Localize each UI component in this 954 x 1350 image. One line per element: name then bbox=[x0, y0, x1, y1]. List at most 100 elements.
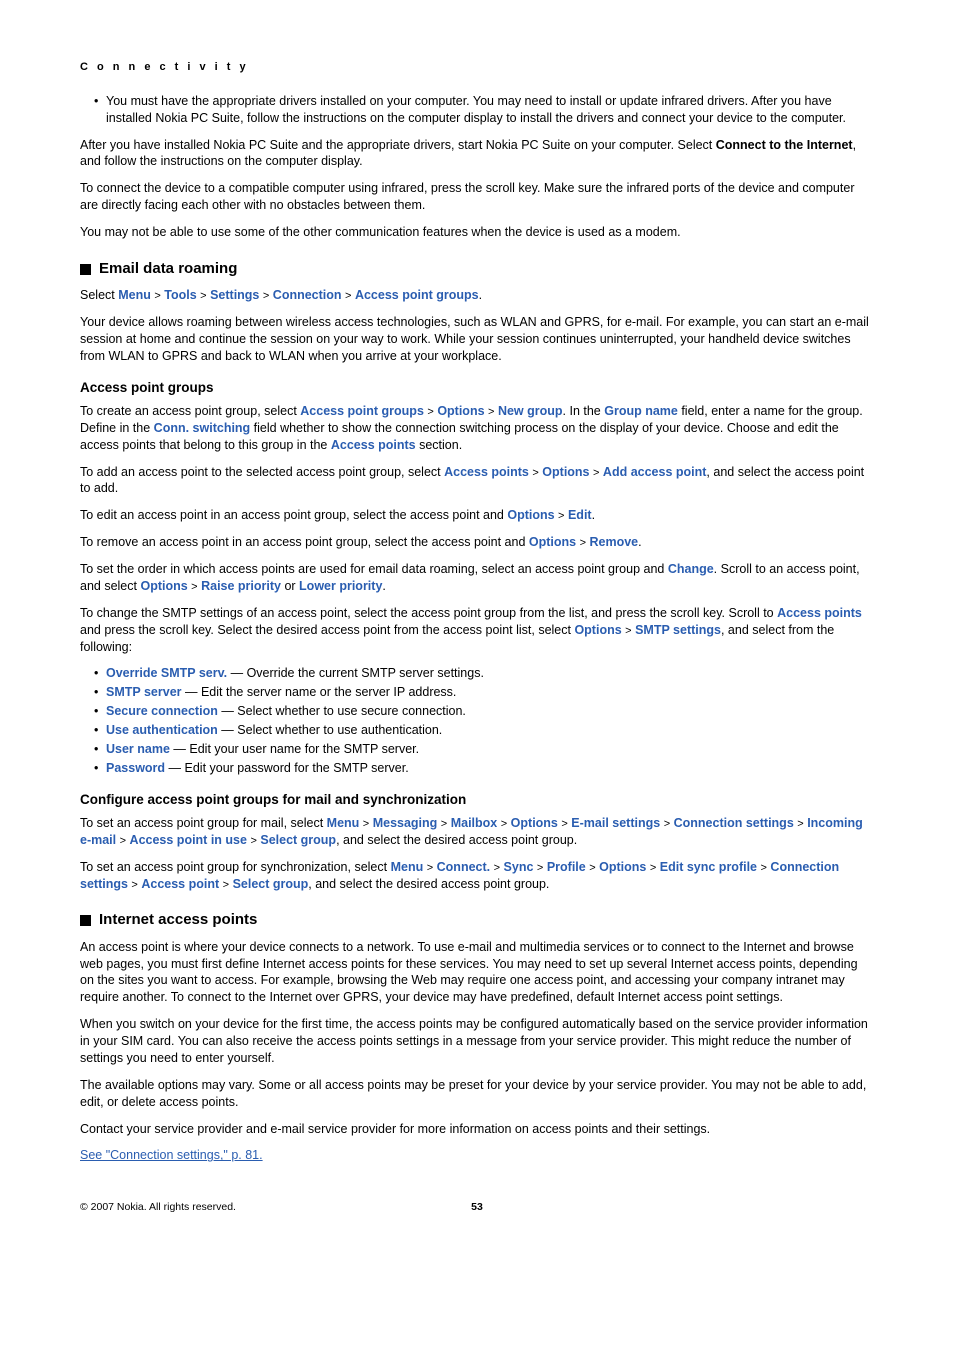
see-link[interactable]: See "Connection settings," p. 81. bbox=[80, 1147, 874, 1164]
text: To set an access point group for mail, s… bbox=[80, 816, 327, 830]
intro-list: You must have the appropriate drivers in… bbox=[80, 93, 874, 127]
text: and press the scroll key. Select the des… bbox=[80, 623, 574, 637]
menu-item: Connect. bbox=[437, 860, 490, 874]
menu-item: Raise priority bbox=[201, 579, 281, 593]
chevron-icon: > bbox=[427, 406, 433, 418]
chevron-icon: > bbox=[558, 510, 564, 522]
text: , and select the desired access point gr… bbox=[336, 833, 577, 847]
chevron-icon: > bbox=[589, 862, 595, 874]
list-item: Secure connection — Select whether to us… bbox=[94, 703, 874, 720]
menu-item: Connection bbox=[273, 288, 342, 302]
smtp-options-list: Override SMTP serv. — Override the curre… bbox=[80, 665, 874, 776]
option-label: Use authentication bbox=[106, 723, 218, 737]
menu-item: Edit bbox=[568, 508, 592, 522]
chevron-icon: > bbox=[625, 625, 631, 637]
nav-path: Select Menu > Tools > Settings > Connect… bbox=[80, 287, 874, 304]
text: To set the order in which access points … bbox=[80, 562, 668, 576]
menu-item: Mailbox bbox=[451, 816, 498, 830]
paragraph: Your device allows roaming between wirel… bbox=[80, 314, 874, 365]
chevron-icon: > bbox=[501, 818, 507, 830]
menu-item: New group bbox=[498, 404, 563, 418]
text: To remove an access point in an access p… bbox=[80, 535, 529, 549]
list-item: Password — Edit your password for the SM… bbox=[94, 760, 874, 777]
menu-item: Lower priority bbox=[299, 579, 382, 593]
text: To set an access point group for synchro… bbox=[80, 860, 391, 874]
paragraph: To set the order in which access points … bbox=[80, 561, 874, 595]
menu-item: Options bbox=[507, 508, 554, 522]
menu-item: Options bbox=[574, 623, 621, 637]
paragraph: To connect the device to a compatible co… bbox=[80, 180, 874, 214]
heading-internet-access-points: Internet access points bbox=[80, 910, 874, 930]
paragraph: To create an access point group, select … bbox=[80, 403, 874, 454]
text: section. bbox=[416, 438, 463, 452]
menu-item: Access point bbox=[141, 877, 219, 891]
paragraph: To remove an access point in an access p… bbox=[80, 534, 874, 551]
field-name: Group name bbox=[604, 404, 678, 418]
menu-item: Options bbox=[529, 535, 576, 549]
menu-item: Menu bbox=[118, 288, 151, 302]
text: , and select the desired access point gr… bbox=[308, 877, 549, 891]
option-desc: — Select whether to use secure connectio… bbox=[218, 704, 466, 718]
menu-item: Access point groups bbox=[300, 404, 424, 418]
text: After you have installed Nokia PC Suite … bbox=[80, 138, 716, 152]
chevron-icon: > bbox=[120, 835, 126, 847]
paragraph: To edit an access point in an access poi… bbox=[80, 507, 874, 524]
paragraph: When you switch on your device for the f… bbox=[80, 1016, 874, 1067]
chevron-icon: > bbox=[561, 818, 567, 830]
menu-item: SMTP settings bbox=[635, 623, 721, 637]
chevron-icon: > bbox=[441, 818, 447, 830]
section-header: C o n n e c t i v i t y bbox=[80, 60, 874, 75]
chevron-icon: > bbox=[200, 290, 206, 302]
link-text[interactable]: See "Connection settings," p. 81. bbox=[80, 1148, 263, 1162]
chevron-icon: > bbox=[345, 290, 351, 302]
text: To change the SMTP settings of an access… bbox=[80, 606, 777, 620]
text: or bbox=[281, 579, 299, 593]
text: Select bbox=[80, 288, 118, 302]
menu-item: Settings bbox=[210, 288, 259, 302]
chevron-icon: > bbox=[532, 467, 538, 479]
paragraph: To set an access point group for synchro… bbox=[80, 859, 874, 893]
chevron-icon: > bbox=[131, 879, 137, 891]
menu-item: Options bbox=[140, 579, 187, 593]
list-item: Override SMTP serv. — Override the curre… bbox=[94, 665, 874, 682]
menu-item: Tools bbox=[164, 288, 196, 302]
option-label: Override SMTP serv. bbox=[106, 666, 227, 680]
ui-label: Connect to the Internet bbox=[716, 138, 853, 152]
menu-item: Select group bbox=[233, 877, 309, 891]
square-bullet-icon bbox=[80, 915, 91, 926]
option-desc: — Select whether to use authentication. bbox=[218, 723, 442, 737]
menu-item: Connection settings bbox=[674, 816, 794, 830]
paragraph: Contact your service provider and e-mail… bbox=[80, 1121, 874, 1138]
menu-item: Access point in use bbox=[130, 833, 247, 847]
field-name: Access points bbox=[331, 438, 416, 452]
heading-configure-groups: Configure access point groups for mail a… bbox=[80, 791, 874, 809]
chevron-icon: > bbox=[580, 537, 586, 549]
chevron-icon: > bbox=[427, 862, 433, 874]
list-item: User name — Edit your user name for the … bbox=[94, 741, 874, 758]
chevron-icon: > bbox=[650, 862, 656, 874]
copyright: © 2007 Nokia. All rights reserved. bbox=[80, 1200, 236, 1214]
paragraph: The available options may vary. Some or … bbox=[80, 1077, 874, 1111]
chevron-icon: > bbox=[488, 406, 494, 418]
menu-item: Add access point bbox=[603, 465, 707, 479]
menu-item: Access points bbox=[444, 465, 529, 479]
menu-item: Options bbox=[542, 465, 589, 479]
option-desc: — Override the current SMTP server setti… bbox=[227, 666, 484, 680]
menu-item: Remove bbox=[590, 535, 639, 549]
option-label: Password bbox=[106, 761, 165, 775]
paragraph: You may not be able to use some of the o… bbox=[80, 224, 874, 241]
menu-item: Options bbox=[437, 404, 484, 418]
menu-item: Options bbox=[599, 860, 646, 874]
option-desc: — Edit your password for the SMTP server… bbox=[165, 761, 409, 775]
text: . In the bbox=[563, 404, 605, 418]
option-label: SMTP server bbox=[106, 685, 182, 699]
text: To edit an access point in an access poi… bbox=[80, 508, 507, 522]
paragraph: An access point is where your device con… bbox=[80, 939, 874, 1007]
list-item: Use authentication — Select whether to u… bbox=[94, 722, 874, 739]
heading-text: Email data roaming bbox=[99, 259, 237, 279]
list-item: You must have the appropriate drivers in… bbox=[94, 93, 874, 127]
chevron-icon: > bbox=[761, 862, 767, 874]
chevron-icon: > bbox=[191, 581, 197, 593]
paragraph: To set an access point group for mail, s… bbox=[80, 815, 874, 849]
heading-text: Internet access points bbox=[99, 910, 257, 930]
